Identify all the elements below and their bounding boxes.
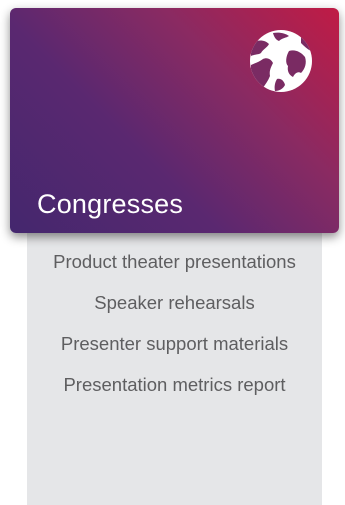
list-item: Product theater presentations	[53, 251, 296, 272]
list-item: Speaker rehearsals	[94, 292, 255, 313]
list-item: Presenter support materials	[60, 333, 289, 354]
card-header: Congresses	[10, 8, 339, 233]
list-item: Presentation metrics report	[63, 374, 286, 395]
services-list: Product theater presentations Speaker re…	[27, 248, 322, 412]
card-title: Congresses	[37, 189, 184, 219]
congresses-card: Congresses Product theater presentations…	[0, 0, 345, 505]
globe-icon	[250, 30, 312, 92]
